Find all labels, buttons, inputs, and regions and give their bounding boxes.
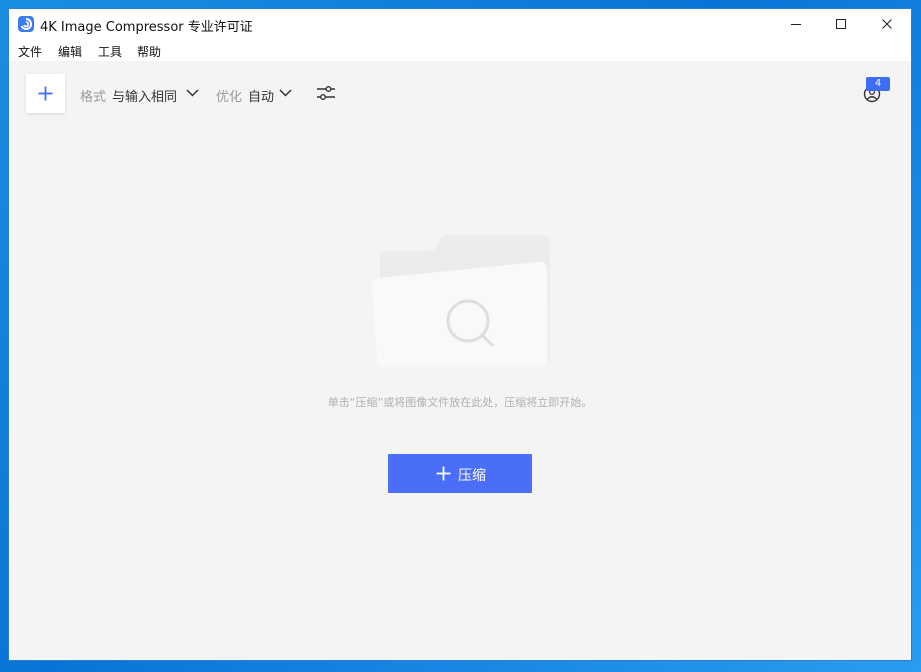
close-icon [882, 19, 892, 29]
app-logo-icon [18, 16, 34, 32]
format-dropdown[interactable]: 与输入相同 [112, 86, 177, 105]
chevron-down-icon[interactable] [279, 89, 292, 97]
add-files-button[interactable] [26, 74, 65, 113]
empty-folder-search-icon [371, 235, 550, 367]
plus-icon [436, 466, 451, 481]
compress-button[interactable]: 压缩 [388, 454, 532, 493]
menu-help[interactable]: 帮助 [137, 43, 161, 60]
format-label: 格式 [80, 90, 107, 105]
optimize-dropdown[interactable]: 自动 [248, 86, 274, 105]
plus-icon [38, 86, 53, 101]
minimize-button[interactable] [773, 9, 819, 40]
title-bar[interactable]: 4K Image Compressor 专业许可证 [9, 9, 911, 40]
close-button[interactable] [864, 9, 910, 40]
minimize-icon [791, 24, 801, 25]
app-window: 4K Image Compressor 专业许可证 文件 编辑 工具 帮助 格式… [9, 9, 911, 660]
drop-hint-text: 单击“压缩”或将图像文件放在此处，压缩将立即开始。 [327, 396, 593, 409]
maximize-icon [836, 19, 846, 29]
notification-badge[interactable]: 4 [866, 77, 890, 91]
compress-button-label: 压缩 [458, 468, 486, 484]
menu-tools[interactable]: 工具 [98, 43, 122, 60]
maximize-button[interactable] [818, 9, 864, 40]
toolbar: 格式 与输入相同 优化 自动 4 [9, 61, 911, 125]
menu-file[interactable]: 文件 [18, 43, 42, 60]
settings-sliders-icon[interactable] [316, 83, 336, 103]
optimize-label: 优化 [216, 90, 243, 105]
window-title: 4K Image Compressor 专业许可证 [40, 20, 253, 35]
chevron-down-icon[interactable] [186, 89, 199, 97]
menu-bar: 文件 编辑 工具 帮助 [9, 40, 911, 61]
menu-edit[interactable]: 编辑 [58, 43, 82, 60]
